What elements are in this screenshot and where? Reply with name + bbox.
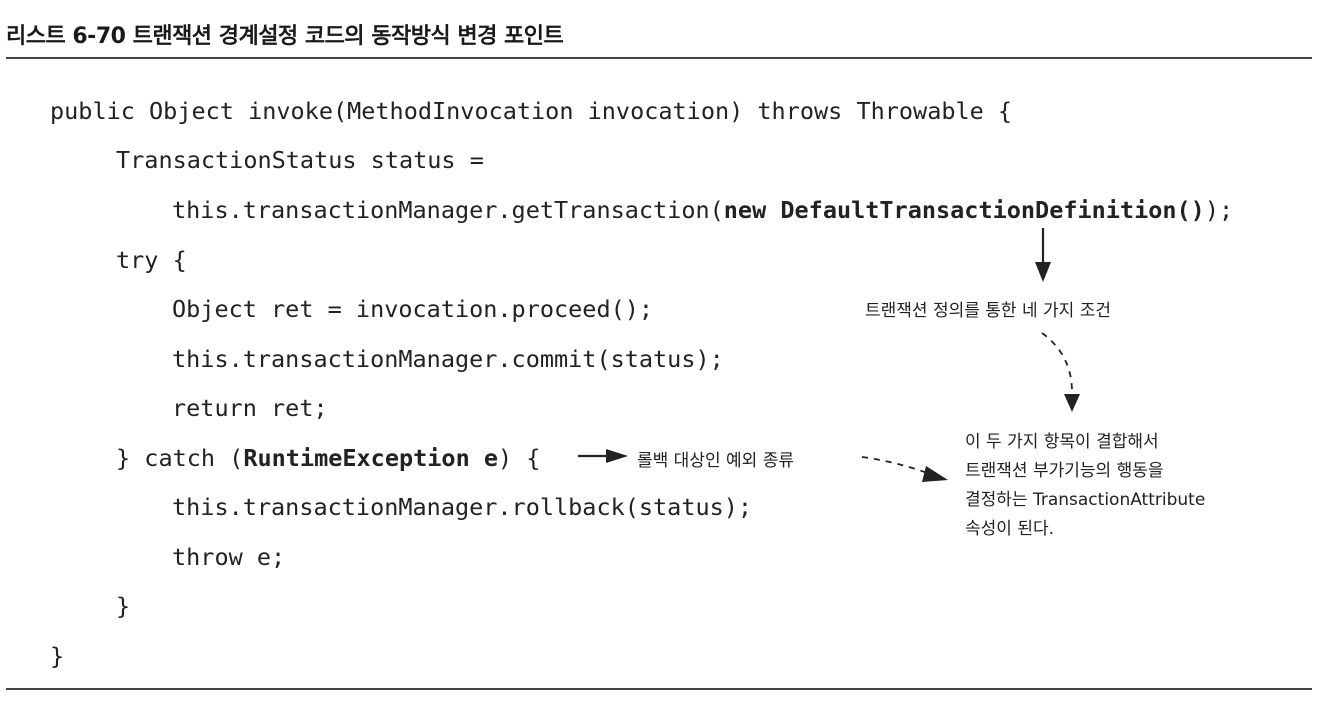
code-line-7: return ret; [172, 394, 328, 422]
attribute-annotation: 이 두 가지 항목이 결합해서 트랜잭션 부가기능의 행동을 결정하는 Tran… [965, 428, 1205, 544]
code-block: public Object invoke(MethodInvocation in… [0, 0, 1320, 728]
code-line-1: public Object invoke(MethodInvocation in… [50, 97, 1013, 125]
code-line-3: this.transactionManager.getTransaction(n… [172, 195, 1233, 225]
code-line-6: this.transactionManager.commit(status); [172, 345, 724, 373]
definition-annotation: 트랜잭션 정의를 통한 네 가지 조건 [865, 301, 1111, 321]
code-line-3-post: ); [1204, 196, 1234, 224]
code-line-11: } [116, 592, 131, 620]
code-line-3-pre: this.transactionManager.getTransaction( [172, 196, 724, 224]
bottom-divider [6, 688, 1312, 690]
code-line-4: try { [116, 246, 187, 274]
rollback-annotation: 롤백 대상인 예외 종류 [637, 451, 794, 471]
default-definition-expression: new DefaultTransactionDefinition() [723, 196, 1205, 224]
attribute-annotation-line-3: 결정하는 TransactionAttribute [965, 490, 1206, 510]
attribute-annotation-line-1: 이 두 가지 항목이 결합해서 [965, 432, 1159, 452]
code-line-8-pre: } catch ( [116, 444, 244, 472]
runtime-exception-param: RuntimeException e [243, 444, 499, 472]
code-line-9: this.transactionManager.rollback(status)… [172, 493, 753, 521]
attribute-annotation-line-2: 트랜잭션 부가기능의 행동을 [965, 461, 1164, 481]
code-line-10: throw e; [172, 543, 286, 571]
code-line-12: } [50, 642, 65, 670]
code-line-2: TransactionStatus status = [116, 146, 484, 174]
code-line-5: Object ret = invocation.proceed(); [172, 295, 654, 323]
code-line-8-post: ) { [498, 444, 541, 472]
code-line-8: } catch (RuntimeException e) { [116, 443, 540, 473]
attribute-annotation-line-4: 속성이 된다. [965, 519, 1055, 539]
